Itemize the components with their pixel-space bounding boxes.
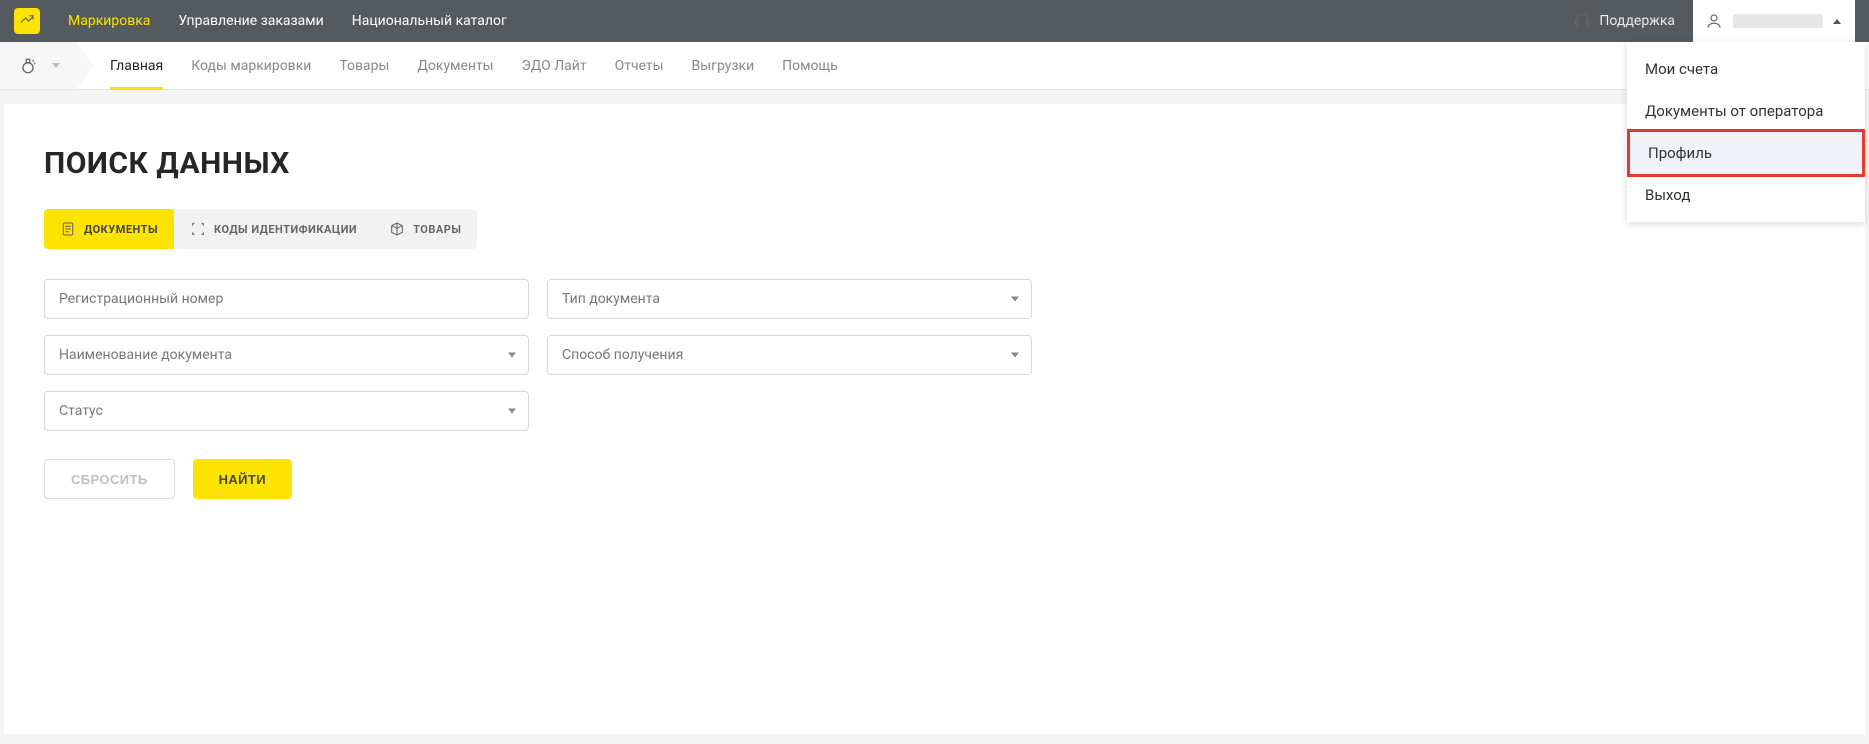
cube-icon [389,221,405,237]
support-label: Поддержка [1599,13,1675,29]
reg-number-input[interactable]: Регистрационный номер [44,279,529,319]
recv-method-select[interactable]: Способ получения [547,335,1032,375]
search-form: Регистрационный номер Тип документа Наим… [44,279,1825,431]
subnav-mark-codes[interactable]: Коды маркировки [191,42,311,89]
document-icon [60,221,76,237]
reset-button[interactable]: СБРОСИТЬ [44,459,175,499]
user-menu-toggle[interactable] [1693,0,1855,42]
app-logo[interactable] [14,8,40,34]
user-menu-operator-docs[interactable]: Документы от оператора [1627,90,1865,132]
topnav-item-markirovka[interactable]: Маркировка [68,13,150,29]
category-selector[interactable] [0,42,76,89]
topnav-item-catalog[interactable]: Национальный каталог [352,13,507,29]
user-dropdown: Мои счета Документы от оператора Профиль… [1627,42,1865,222]
subnav-exports[interactable]: Выгрузки [692,42,755,89]
topbar: Маркировка Управление заказами Националь… [0,0,1869,42]
logo-icon [18,12,36,30]
headset-icon [1573,12,1591,30]
subnav-reports[interactable]: Отчеты [615,42,664,89]
scan-icon [190,221,206,237]
subnav-edo-lite[interactable]: ЭДО Лайт [522,42,587,89]
doc-type-placeholder: Тип документа [562,291,1017,307]
topbar-right: Поддержка [1573,0,1855,42]
page-card: ПОИСК ДАННЫХ ДОКУМЕНТЫ КОДЫ ИДЕНТИФИКАЦИ… [4,104,1865,734]
status-placeholder: Статус [59,403,514,419]
form-actions: СБРОСИТЬ НАЙТИ [44,459,1825,499]
pill-documents[interactable]: ДОКУМЕНТЫ [44,209,174,249]
subnav-main[interactable]: Главная [110,42,163,89]
user-menu-logout[interactable]: Выход [1627,174,1865,216]
subnav-tabs: Главная Коды маркировки Товары Документы… [76,42,838,89]
subnav-help[interactable]: Помощь [782,42,838,89]
page-title: ПОИСК ДАННЫХ [44,146,1825,181]
pill-goods[interactable]: ТОВАРЫ [373,209,477,249]
subnav-goods[interactable]: Товары [339,42,389,89]
chevron-down-icon [52,63,60,68]
user-menu-profile[interactable]: Профиль [1627,129,1865,177]
subnav-documents[interactable]: Документы [417,42,493,89]
pill-documents-label: ДОКУМЕНТЫ [84,223,158,236]
chevron-down-icon [508,353,516,358]
user-name-placeholder [1733,14,1823,28]
reg-number-placeholder: Регистрационный номер [59,291,514,307]
chevron-up-icon [1833,19,1841,24]
chevron-down-icon [1011,297,1019,302]
chevron-down-icon [1011,353,1019,358]
topnav-item-orders[interactable]: Управление заказами [178,13,323,29]
chevron-down-icon [508,409,516,414]
doc-name-placeholder: Наименование документа [59,347,514,363]
recv-method-placeholder: Способ получения [562,347,1017,363]
support-link[interactable]: Поддержка [1573,12,1675,30]
pill-id-codes-label: КОДЫ ИДЕНТИФИКАЦИИ [214,223,357,236]
doc-type-select[interactable]: Тип документа [547,279,1032,319]
subnav: Главная Коды маркировки Товары Документы… [0,42,1869,90]
pill-id-codes[interactable]: КОДЫ ИДЕНТИФИКАЦИИ [174,209,373,249]
pill-goods-label: ТОВАРЫ [413,223,461,236]
status-select[interactable]: Статус [44,391,529,431]
user-icon [1705,12,1723,30]
search-type-tabs: ДОКУМЕНТЫ КОДЫ ИДЕНТИФИКАЦИИ ТОВАРЫ [44,209,477,249]
find-button[interactable]: НАЙТИ [193,459,292,499]
perfume-icon [18,56,38,76]
user-menu-my-accounts[interactable]: Мои счета [1627,48,1865,90]
doc-name-select[interactable]: Наименование документа [44,335,529,375]
